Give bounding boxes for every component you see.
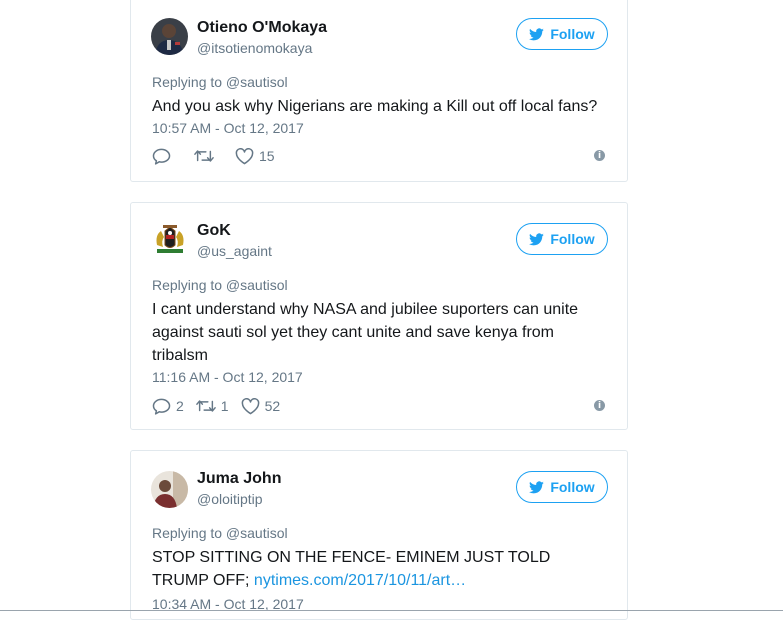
like-count: 15 xyxy=(259,148,275,164)
retweet-icon xyxy=(195,400,216,412)
follow-label: Follow xyxy=(550,26,595,42)
timestamp[interactable]: 10:57 AM - Oct 12, 2017 xyxy=(152,120,304,136)
avatar[interactable] xyxy=(151,471,188,508)
tweet-text: I cant understand why NASA and jubilee s… xyxy=(152,301,579,364)
tweet-card[interactable]: GoK @us_againt Follow Replying to @sauti… xyxy=(130,202,628,430)
timestamp[interactable]: 11:16 AM - Oct 12, 2017 xyxy=(152,369,303,385)
reply-button[interactable]: 2 xyxy=(152,398,184,415)
reply-icon xyxy=(152,148,171,165)
heart-icon xyxy=(235,147,254,164)
twitter-bird-icon xyxy=(529,480,545,493)
replying-to[interactable]: Replying to @sautisol xyxy=(152,74,288,90)
like-button[interactable]: 52 xyxy=(241,397,281,415)
twitter-bird-icon xyxy=(529,27,545,40)
tweet-text: And you ask why Nigerians are making a K… xyxy=(152,98,598,115)
user-handle[interactable]: @oloitiptip xyxy=(197,491,263,507)
reply-button[interactable] xyxy=(152,148,176,165)
heart-icon xyxy=(241,397,259,414)
tweet-actions: 2 1 52 xyxy=(152,396,294,416)
reply-count: 2 xyxy=(176,398,184,414)
tweet-text: STOP SITTING ON THE FENCE- EMINEM JUST T… xyxy=(152,546,572,592)
follow-button[interactable]: Follow xyxy=(516,471,608,503)
twitter-bird-icon xyxy=(529,232,545,245)
tweet-actions: 15 xyxy=(152,146,289,166)
reply-icon xyxy=(152,398,171,415)
retweet-button[interactable]: 1 xyxy=(195,398,229,414)
retweet-count: 1 xyxy=(220,398,229,414)
info-icon[interactable]: i xyxy=(594,400,605,411)
follow-button[interactable]: Follow xyxy=(516,18,608,50)
info-icon[interactable]: i xyxy=(594,150,605,161)
replying-to[interactable]: Replying to @sautisol xyxy=(152,277,288,293)
like-count: 52 xyxy=(264,398,281,414)
user-handle[interactable]: @itsotienomokaya xyxy=(197,40,312,56)
follow-label: Follow xyxy=(550,479,595,495)
replying-to[interactable]: Replying to @sautisol xyxy=(152,525,288,541)
tweet-link[interactable]: nytimes.com/2017/10/11/art… xyxy=(254,572,466,589)
avatar[interactable] xyxy=(151,18,188,55)
user-name[interactable]: Otieno O'Mokaya xyxy=(197,19,327,37)
follow-label: Follow xyxy=(550,231,595,247)
user-handle[interactable]: @us_againt xyxy=(197,243,272,259)
retweet-button[interactable] xyxy=(194,148,219,164)
retweet-icon xyxy=(194,150,214,162)
avatar[interactable] xyxy=(151,223,189,257)
like-button[interactable]: 15 xyxy=(235,147,275,165)
tweet-card[interactable]: Otieno O'Mokaya @itsotienomokaya Follow … xyxy=(130,0,628,182)
tweet-card[interactable]: Juma John @oloitiptip Follow Replying to… xyxy=(130,450,628,620)
follow-button[interactable]: Follow xyxy=(516,223,608,255)
user-name[interactable]: GoK xyxy=(197,222,231,240)
user-name[interactable]: Juma John xyxy=(197,470,281,488)
